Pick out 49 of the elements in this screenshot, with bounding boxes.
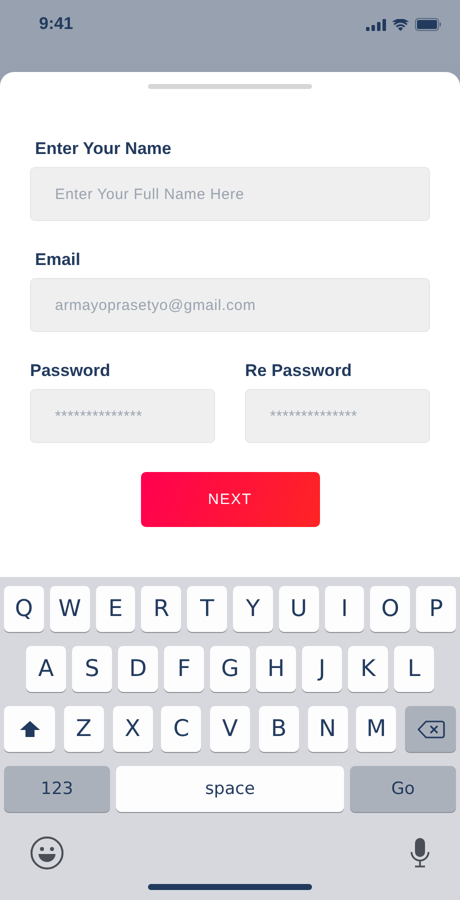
letter-key[interactable]: U [278, 586, 319, 632]
letter-key[interactable]: D [118, 646, 158, 692]
go-key[interactable]: Go [350, 766, 456, 812]
backspace-icon [416, 720, 444, 738]
letter-key[interactable]: G [210, 646, 250, 692]
wifi-icon [392, 18, 409, 30]
letter-key[interactable]: J [302, 646, 342, 692]
letter-key[interactable]: M [356, 706, 396, 752]
status-time: 9:41 [39, 14, 74, 34]
letter-key[interactable]: T [187, 586, 227, 632]
letter-key[interactable]: E [96, 586, 136, 632]
letter-key[interactable]: P [416, 586, 456, 632]
letter-key[interactable]: A [26, 646, 66, 692]
letter-key[interactable]: B [258, 706, 299, 752]
letter-key[interactable]: V [210, 706, 250, 752]
letter-key[interactable]: Y [233, 586, 273, 632]
letter-key[interactable]: C [161, 706, 202, 752]
letter-key[interactable]: N [308, 706, 348, 752]
letter-key[interactable]: R [141, 586, 182, 632]
input-field[interactable]: armayoprasetyo@gmail.com [30, 278, 430, 332]
letter-key[interactable]: K [348, 646, 388, 692]
emoji-icon[interactable] [30, 836, 64, 870]
next-button[interactable]: NEXT [140, 472, 320, 527]
password-field[interactable]: ************** [30, 389, 215, 443]
letter-key[interactable]: O [370, 586, 410, 632]
letter-key[interactable]: F [164, 646, 204, 692]
field-label: Email [34, 250, 80, 270]
field-label: Enter Your Name [34, 139, 172, 159]
battery-icon [415, 18, 442, 31]
input-field[interactable]: Enter Your Full Name Here [30, 167, 430, 221]
letter-key[interactable]: W [50, 586, 90, 632]
password-field[interactable]: ************** [245, 389, 430, 443]
numbers-key[interactable]: 123 [4, 766, 110, 812]
drag-handle[interactable] [148, 84, 312, 89]
space-key[interactable]: space [116, 766, 344, 812]
signal-icon [366, 18, 386, 30]
letter-key[interactable]: Q [4, 586, 44, 632]
field-label: Re Password [245, 361, 352, 381]
letter-key[interactable]: Z [64, 706, 104, 752]
field-label: Password [30, 361, 110, 381]
microphone-icon[interactable] [410, 838, 430, 868]
letter-key[interactable]: S [72, 646, 112, 692]
delete-key[interactable] [405, 706, 456, 752]
shift-arrow-icon [18, 720, 40, 738]
letter-key[interactable]: X [112, 706, 152, 752]
letter-key[interactable]: H [256, 646, 296, 692]
letter-key[interactable]: I [324, 586, 364, 632]
letter-key[interactable]: L [394, 646, 434, 692]
shift-key[interactable] [4, 706, 55, 752]
